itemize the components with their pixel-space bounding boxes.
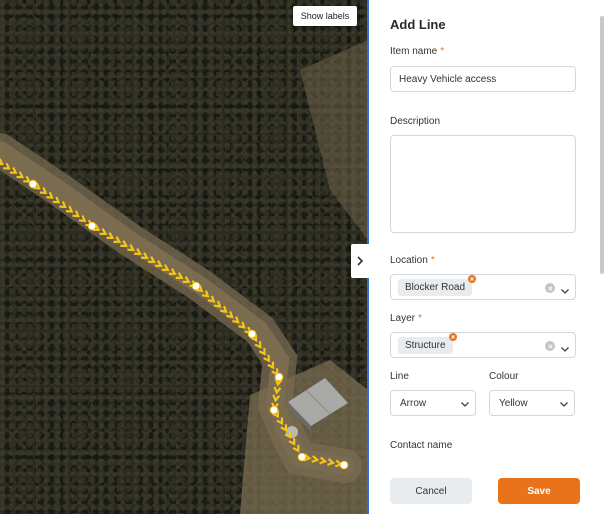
- route-arrow: [182, 276, 191, 283]
- route-arrow: [238, 321, 246, 329]
- route-arrow: [292, 445, 300, 453]
- chevron-down-icon: [559, 399, 569, 409]
- line-select[interactable]: Arrow: [390, 390, 476, 416]
- route-vertex-handle[interactable]: [191, 281, 201, 291]
- route-arrow: [72, 210, 80, 218]
- route-arrow: [16, 171, 25, 179]
- chevron-down-icon[interactable]: [560, 341, 570, 352]
- route-line[interactable]: [0, 0, 368, 514]
- required-mark: *: [430, 255, 435, 266]
- scrollbar-thumb[interactable]: [600, 16, 604, 274]
- chevron-right-icon: [356, 254, 364, 269]
- x-icon[interactable]: [468, 275, 477, 283]
- route-arrow: [148, 256, 156, 263]
- x-icon[interactable]: [448, 333, 457, 341]
- route-arrow: [59, 201, 67, 209]
- route-arrow: [155, 260, 163, 267]
- layer-select[interactable]: Structure: [390, 332, 576, 358]
- route-arrow: [134, 248, 142, 255]
- route-arrow: [52, 196, 61, 204]
- route-arrow: [65, 205, 74, 213]
- location-chip-label: Blocker Road: [405, 282, 466, 293]
- panel-title: Add Line: [390, 17, 446, 32]
- route-vertex-handle[interactable]: [339, 460, 349, 470]
- route-arrow: [254, 341, 262, 349]
- contact-name-label: Contact name: [390, 440, 453, 451]
- route-arrow: [120, 240, 129, 247]
- save-button[interactable]: Save: [498, 478, 580, 504]
- clear-x-icon[interactable]: [545, 283, 555, 293]
- colour-select[interactable]: Yellow: [489, 390, 575, 416]
- chevron-down-icon[interactable]: [560, 283, 570, 294]
- route-arrow: [213, 300, 222, 308]
- route-arrow: [220, 305, 228, 314]
- layer-chip-label: Structure: [405, 340, 446, 351]
- panel-footer: Cancel Save: [369, 457, 609, 514]
- add-line-panel: Add Line Item name* Description Location…: [369, 0, 609, 514]
- route-vertex-handle[interactable]: [28, 179, 38, 189]
- location-label: Location *: [390, 255, 435, 266]
- route-vertex-handle[interactable]: [297, 452, 307, 462]
- line-label: Line: [390, 371, 409, 382]
- required-mark: *: [440, 46, 445, 57]
- route-arrow: [311, 455, 320, 463]
- route-arrow: [161, 264, 170, 271]
- route-arrow: [127, 244, 136, 251]
- layer-chip: Structure: [398, 333, 457, 354]
- route-arrow: [272, 394, 281, 403]
- item-name-label: Item name *: [390, 46, 445, 57]
- colour-select-value: Yellow: [499, 398, 528, 409]
- route-vertex-handle[interactable]: [87, 221, 97, 231]
- route-vertex-handle[interactable]: [269, 405, 279, 415]
- route-arrow: [276, 417, 284, 426]
- route-arrow: [141, 252, 149, 259]
- route-arrow: [39, 187, 48, 195]
- route-arrow: [258, 348, 266, 356]
- show-labels-button[interactable]: Show labels: [293, 6, 357, 26]
- route-arrow: [0, 158, 5, 166]
- location-chip: Blocker Road: [398, 275, 477, 296]
- route-arrow: [168, 268, 177, 275]
- route-arrow: [284, 431, 292, 439]
- route-arrow: [319, 456, 328, 465]
- cancel-button[interactable]: Cancel: [390, 478, 472, 504]
- location-select[interactable]: Blocker Road: [390, 274, 576, 300]
- description-textarea[interactable]: [390, 135, 576, 233]
- chevron-down-icon: [460, 399, 470, 409]
- collapse-panel-button[interactable]: [351, 244, 369, 278]
- colour-label: Colour: [489, 371, 519, 382]
- route-arrow: [288, 438, 296, 446]
- required-mark: *: [418, 313, 422, 324]
- description-label: Description: [390, 116, 441, 127]
- route-arrow: [263, 354, 270, 363]
- route-arrow: [46, 191, 54, 199]
- route-arrow: [280, 424, 288, 432]
- item-name-input[interactable]: [390, 66, 576, 92]
- route-arrow: [113, 236, 122, 243]
- route-arrow: [78, 215, 87, 223]
- route-arrow: [175, 272, 184, 279]
- route-arrow: [99, 228, 108, 235]
- route-arrow: [273, 386, 282, 395]
- route-vertex-handle[interactable]: [247, 329, 257, 339]
- route-arrow: [3, 162, 11, 170]
- route-vertex-handle[interactable]: [274, 372, 284, 382]
- route-arrow: [9, 167, 18, 174]
- clear-x-icon[interactable]: [545, 341, 555, 351]
- form-scroll-area[interactable]: Add Line Item name* Description Location…: [369, 0, 609, 457]
- route-arrow: [267, 361, 275, 370]
- route-arrow: [201, 290, 210, 298]
- route-arrow: [226, 311, 234, 319]
- layer-label: Layer *: [390, 313, 422, 324]
- route-arrow: [327, 458, 336, 466]
- satellite-map[interactable]: Show labels: [0, 0, 368, 514]
- route-arrow: [106, 232, 115, 239]
- line-select-value: Arrow: [400, 398, 427, 409]
